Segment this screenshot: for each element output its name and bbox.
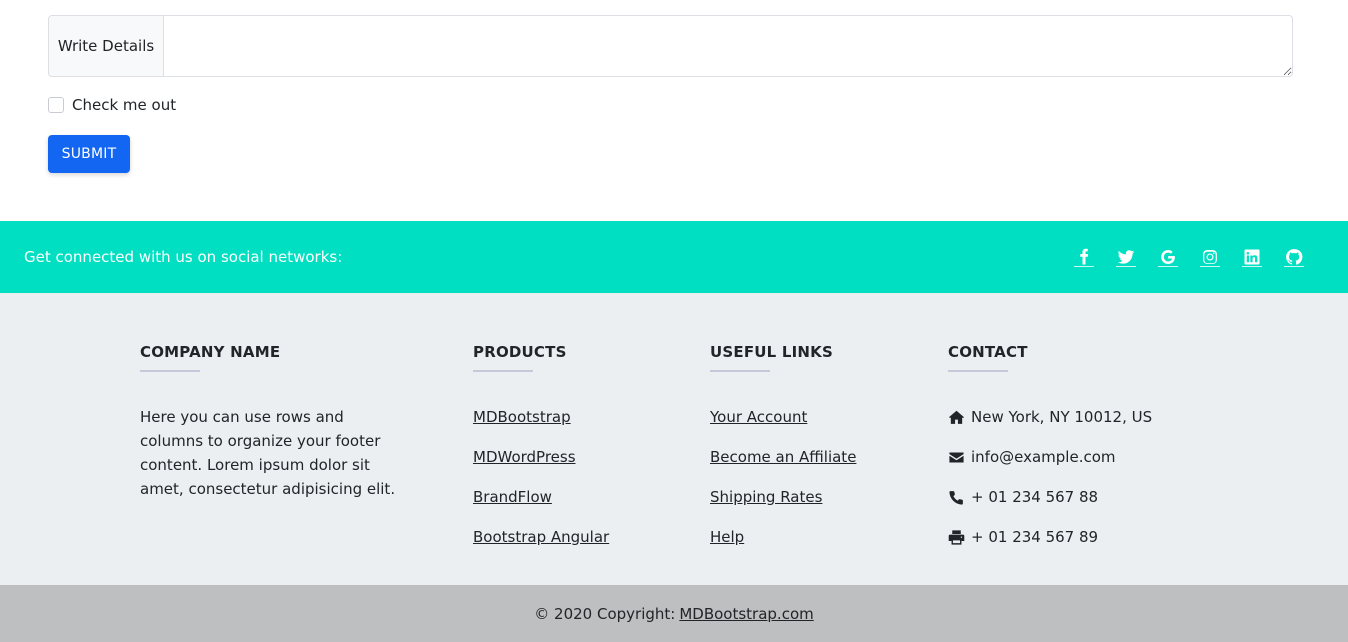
contact-list: New York, NY 10012, US info@example.com … bbox=[948, 405, 1152, 549]
home-icon bbox=[948, 409, 965, 426]
envelope-icon bbox=[948, 449, 965, 466]
company-text: Here you can use rows and columns to org… bbox=[140, 408, 396, 498]
contact-phone-text: + 01 234 567 88 bbox=[971, 488, 1099, 506]
check-me-out-checkbox[interactable] bbox=[48, 97, 64, 113]
products-column: PRODUCTS MDBootstrap MDWordPress BrandFl… bbox=[473, 343, 609, 549]
company-divider bbox=[140, 370, 200, 372]
copyright-bar: © 2020 Copyright: MDBootstrap.com bbox=[0, 585, 1348, 642]
contact-divider bbox=[948, 370, 1008, 372]
contact-phone: + 01 234 567 88 bbox=[948, 485, 1152, 509]
social-bar: Get connected with us on social networks… bbox=[0, 221, 1348, 293]
facebook-icon[interactable] bbox=[1074, 247, 1094, 267]
instagram-icon[interactable] bbox=[1200, 247, 1220, 267]
useful-links-heading: USEFUL LINKS bbox=[710, 343, 833, 361]
github-icon[interactable] bbox=[1284, 247, 1304, 267]
link-become-affiliate[interactable]: Become an Affiliate bbox=[710, 445, 856, 469]
contact-column: CONTACT New York, NY 10012, US info@exam… bbox=[948, 343, 1152, 549]
products-links: MDBootstrap MDWordPress BrandFlow Bootst… bbox=[473, 405, 609, 549]
link-brandflow[interactable]: BrandFlow bbox=[473, 485, 609, 509]
contact-email-text: info@example.com bbox=[971, 448, 1116, 466]
print-icon bbox=[948, 529, 965, 546]
social-text: Get connected with us on social networks… bbox=[24, 248, 343, 266]
products-divider bbox=[473, 370, 533, 372]
useful-links-divider bbox=[710, 370, 770, 372]
copyright-text: © 2020 Copyright: bbox=[534, 604, 676, 623]
footer-main: COMPANY NAME Here you can use rows and c… bbox=[0, 293, 1348, 585]
contact-address: New York, NY 10012, US bbox=[948, 405, 1152, 429]
link-help[interactable]: Help bbox=[710, 525, 856, 549]
link-shipping-rates[interactable]: Shipping Rates bbox=[710, 485, 856, 509]
details-textarea[interactable] bbox=[164, 16, 1292, 76]
contact-email: info@example.com bbox=[948, 445, 1152, 469]
google-icon[interactable] bbox=[1158, 247, 1178, 267]
submit-button[interactable]: SUBMIT bbox=[48, 135, 130, 173]
contact-fax: + 01 234 567 89 bbox=[948, 525, 1152, 549]
form-area: Write Details Check me out SUBMIT bbox=[0, 0, 1348, 221]
twitter-icon[interactable] bbox=[1116, 247, 1136, 267]
phone-icon bbox=[948, 489, 965, 506]
link-bootstrap-angular[interactable]: Bootstrap Angular bbox=[473, 525, 609, 549]
contact-heading: CONTACT bbox=[948, 343, 1028, 361]
useful-links-column: USEFUL LINKS Your Account Become an Affi… bbox=[710, 343, 856, 549]
check-row: Check me out bbox=[48, 96, 176, 114]
details-label: Write Details bbox=[49, 16, 164, 76]
contact-fax-text: + 01 234 567 89 bbox=[971, 528, 1099, 546]
link-mdbootstrap[interactable]: MDBootstrap bbox=[473, 405, 609, 429]
details-input-group: Write Details bbox=[48, 15, 1293, 77]
company-heading: COMPANY NAME bbox=[140, 343, 281, 361]
link-your-account[interactable]: Your Account bbox=[710, 405, 856, 429]
products-heading: PRODUCTS bbox=[473, 343, 567, 361]
useful-links: Your Account Become an Affiliate Shippin… bbox=[710, 405, 856, 549]
contact-address-text: New York, NY 10012, US bbox=[971, 408, 1153, 426]
link-mdwordpress[interactable]: MDWordPress bbox=[473, 445, 609, 469]
company-column: COMPANY NAME Here you can use rows and c… bbox=[140, 343, 402, 501]
social-icons bbox=[1074, 221, 1304, 293]
copyright-link[interactable]: MDBootstrap.com bbox=[679, 605, 813, 623]
check-me-out-label[interactable]: Check me out bbox=[72, 96, 176, 114]
linkedin-icon[interactable] bbox=[1242, 247, 1262, 267]
